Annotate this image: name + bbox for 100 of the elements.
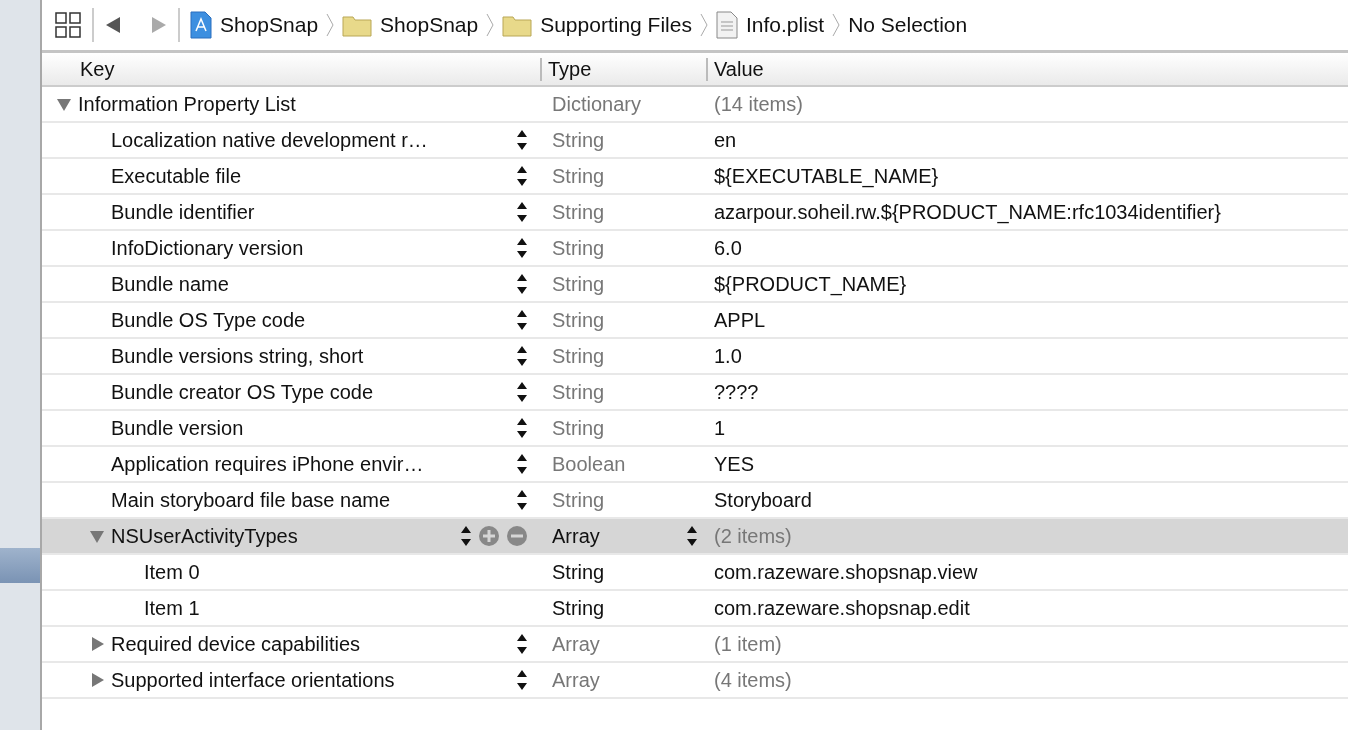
type-text: String bbox=[551, 128, 605, 152]
value-text: 1 bbox=[713, 416, 727, 440]
type-text: String bbox=[551, 236, 605, 260]
value-text: ${EXECUTABLE_NAME} bbox=[713, 164, 940, 188]
table-row[interactable]: Supported interface orientations Array (4 items) bbox=[42, 663, 1348, 699]
breadcrumb-item[interactable]: Info.plist bbox=[745, 13, 825, 37]
type-text: String bbox=[551, 272, 605, 296]
table-row[interactable]: Bundle OS Type code String APPL bbox=[42, 303, 1348, 339]
folder-icon bbox=[502, 13, 533, 37]
breadcrumb-item: No Selection bbox=[848, 13, 968, 37]
table-row[interactable]: NSUserActivityTypes Array (2 items) bbox=[42, 519, 1348, 555]
stepper-icon[interactable] bbox=[516, 416, 528, 440]
table-row[interactable]: Bundle creator OS Type code String ???? bbox=[42, 375, 1348, 411]
value-text: ???? bbox=[713, 380, 760, 404]
value-text: (1 item) bbox=[713, 632, 783, 656]
key-text: Application requires iPhone envir… bbox=[111, 452, 425, 476]
table-row[interactable]: Bundle identifier String azarpour.soheil.rw.${PRODUCT_NAME:rfc1034identifier} bbox=[42, 195, 1348, 231]
value-text: YES bbox=[713, 452, 756, 476]
table-row[interactable]: Localization native development r… String en bbox=[42, 123, 1348, 159]
chevron-icon bbox=[699, 13, 708, 37]
type-text: Dictionary bbox=[551, 92, 641, 116]
stepper-icon[interactable] bbox=[516, 236, 528, 260]
value-text: (14 items) bbox=[713, 92, 804, 116]
type-text: String bbox=[551, 200, 605, 224]
key-text: Supported interface orientations bbox=[111, 668, 396, 692]
stepper-icon[interactable] bbox=[516, 200, 528, 224]
type-text: Array bbox=[551, 524, 600, 548]
table-row[interactable]: Bundle versions string, short String 1.0 bbox=[42, 339, 1348, 375]
key-text: Bundle OS Type code bbox=[111, 308, 307, 332]
value-text: 6.0 bbox=[713, 236, 743, 260]
type-text: String bbox=[551, 344, 605, 368]
grid-icon[interactable] bbox=[54, 11, 82, 39]
value-text: com.razeware.shopsnap.edit bbox=[713, 596, 971, 620]
type-text: Array bbox=[551, 632, 600, 656]
key-text: Bundle versions string, short bbox=[111, 344, 365, 368]
breadcrumb-item[interactable]: Supporting Files bbox=[540, 13, 692, 37]
table-row[interactable]: Item 0 String com.razeware.shopsnap.view bbox=[42, 555, 1348, 591]
key-text: Main storyboard file base name bbox=[111, 488, 392, 512]
column-header[interactable]: Key bbox=[42, 57, 540, 81]
key-text: Information Property List bbox=[78, 92, 297, 116]
breadcrumb-item[interactable]: ShopSnap bbox=[380, 13, 479, 37]
value-text: 1.0 bbox=[713, 344, 743, 368]
key-text: Item 0 bbox=[144, 560, 201, 584]
type-text: String bbox=[551, 488, 605, 512]
type-text: Boolean bbox=[551, 452, 626, 476]
key-text: Bundle identifier bbox=[111, 200, 256, 224]
table-row[interactable]: Required device capabilities Array (1 item) bbox=[42, 627, 1348, 663]
breadcrumb-item[interactable]: ShopSnap bbox=[220, 13, 319, 37]
table-row[interactable]: Bundle name String ${PRODUCT_NAME} bbox=[42, 267, 1348, 303]
key-text: Item 1 bbox=[144, 596, 201, 620]
type-text: String bbox=[551, 416, 605, 440]
stepper-icon[interactable] bbox=[516, 452, 528, 476]
stepper-icon[interactable] bbox=[516, 164, 528, 188]
stepper-icon[interactable] bbox=[516, 272, 528, 296]
column-header[interactable]: Type bbox=[540, 57, 706, 81]
stepper-icon[interactable] bbox=[516, 668, 528, 692]
type-text: String bbox=[551, 164, 605, 188]
chevron-icon bbox=[486, 13, 495, 37]
key-text: Executable file bbox=[111, 164, 243, 188]
type-text: Array bbox=[551, 668, 600, 692]
value-text: (4 items) bbox=[713, 668, 793, 692]
table-row[interactable]: Information Property List Dictionary (14 items) bbox=[42, 87, 1348, 123]
sidebar-selection bbox=[0, 548, 40, 583]
value-text: en bbox=[713, 128, 738, 152]
key-text: NSUserActivityTypes bbox=[111, 524, 299, 548]
stepper-icon[interactable] bbox=[516, 488, 528, 512]
stepper-icon[interactable] bbox=[516, 308, 528, 332]
stepper-icon[interactable] bbox=[686, 524, 698, 548]
expanded-triangle-icon[interactable] bbox=[56, 96, 72, 112]
value-text: (2 items) bbox=[713, 524, 793, 548]
stepper-icon[interactable] bbox=[516, 380, 528, 404]
key-text: Bundle name bbox=[111, 272, 230, 296]
type-text: String bbox=[551, 380, 605, 404]
collapsed-triangle-icon[interactable] bbox=[89, 672, 105, 688]
collapsed-triangle-icon[interactable] bbox=[89, 636, 105, 652]
table-row[interactable]: Application requires iPhone envir… Boolean YES bbox=[42, 447, 1348, 483]
folder-icon bbox=[342, 13, 373, 37]
document-icon bbox=[715, 11, 738, 39]
stepper-icon[interactable] bbox=[516, 128, 528, 152]
column-header[interactable]: Value bbox=[706, 57, 1348, 81]
table-row[interactable]: InfoDictionary version String 6.0 bbox=[42, 231, 1348, 267]
chevron-icon bbox=[326, 13, 335, 37]
table-row[interactable]: Bundle version String 1 bbox=[42, 411, 1348, 447]
key-text: Localization native development r… bbox=[111, 128, 429, 152]
value-text: Storyboard bbox=[713, 488, 813, 512]
stepper-icon[interactable] bbox=[516, 632, 528, 656]
key-text: Bundle creator OS Type code bbox=[111, 380, 374, 404]
key-text: Bundle version bbox=[111, 416, 245, 440]
stepper-icon[interactable] bbox=[460, 524, 472, 548]
stepper-icon[interactable] bbox=[516, 344, 528, 368]
table-row[interactable]: Executable file String ${EXECUTABLE_NAME} bbox=[42, 159, 1348, 195]
expanded-triangle-icon[interactable] bbox=[89, 528, 105, 544]
table-row[interactable]: Item 1 String com.razeware.shopsnap.edit bbox=[42, 591, 1348, 627]
value-text: azarpour.soheil.rw.${PRODUCT_NAME:rfc1034identifier} bbox=[713, 200, 1222, 224]
back-icon[interactable] bbox=[104, 16, 122, 34]
key-text: Required device capabilities bbox=[111, 632, 362, 656]
type-text: String bbox=[551, 308, 605, 332]
type-text: String bbox=[551, 560, 605, 584]
value-text: ${PRODUCT_NAME} bbox=[713, 272, 908, 296]
key-text: InfoDictionary version bbox=[111, 236, 305, 260]
